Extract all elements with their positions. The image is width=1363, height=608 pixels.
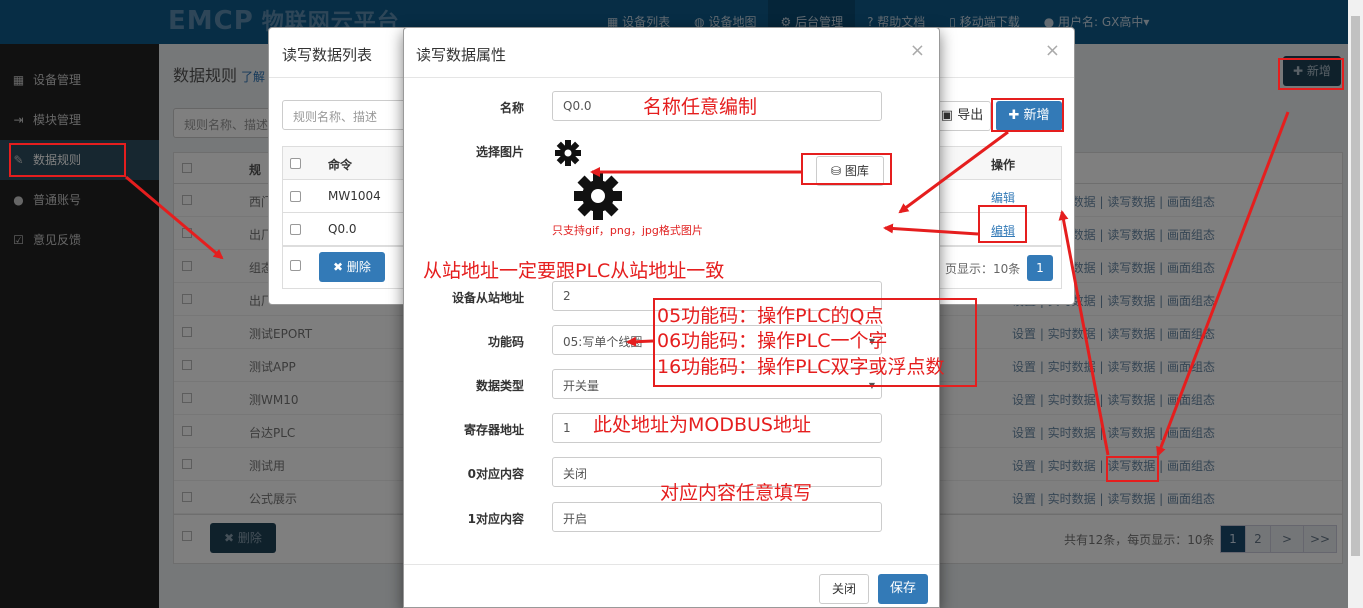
close-icon[interactable]: × [1045,40,1060,61]
highlight-box [978,205,1027,243]
delete-rw-button[interactable]: ✖ 删除 [319,252,385,282]
modal-title: 读写数据列表 [282,46,373,64]
name-label: 名称 [499,101,524,115]
close-icon: ✖ [333,260,347,274]
page-scrollbar[interactable] [1348,0,1363,608]
annotation-modbus: 此处地址为MODBUS地址 [593,414,811,436]
page-info: 页显示：10条 [945,262,1021,276]
select-all-checkbox[interactable] [290,158,301,169]
row-checkbox[interactable] [290,191,301,202]
highlight-box [653,298,977,387]
row-checkbox[interactable] [290,224,301,235]
modal-header: 读写数据属性 × [404,28,939,78]
close-icon[interactable]: × [910,40,925,61]
save-button[interactable]: 保存 [878,574,928,604]
annotation-content: 对应内容任意填写 [660,482,813,504]
highlight-box [991,98,1064,132]
slave-address-label: 设备从站地址 [451,291,524,305]
image-label: 选择图片 [475,145,524,159]
highlight-box [801,153,892,185]
export-button[interactable]: ▣ 导出 [933,101,991,131]
image-format-hint: 只支持gif，png，jpg格式图片 [552,224,703,237]
highlight-box [1278,58,1344,90]
page-1[interactable]: 1 [1027,255,1053,281]
modal-title: 读写数据属性 [416,46,507,64]
close-button[interactable]: 关闭 [819,574,869,604]
highlight-box [9,143,126,177]
export-icon: ▣ [940,108,958,123]
scrollbar-thumb[interactable] [1351,16,1360,556]
register-address-label: 寄存器地址 [463,423,524,437]
annotation-name: 名称任意编制 [643,96,758,118]
select-all-checkbox[interactable] [290,260,301,271]
edit-link[interactable]: 编辑 [991,189,1015,206]
zero-content-label: 0对应内容 [467,467,524,481]
one-content-input[interactable]: 开启 [552,502,882,532]
one-content-label: 1对应内容 [467,512,524,526]
gear-preview-icon[interactable] [572,170,624,222]
annotation-slave: 从站地址一定要跟PLC从站地址一致 [423,260,725,282]
gear-icon [555,140,581,166]
function-code-label: 功能码 [487,335,524,349]
data-type-label: 数据类型 [475,379,524,393]
modal-footer: 关闭 保存 [404,564,939,608]
highlight-box [1106,456,1159,482]
